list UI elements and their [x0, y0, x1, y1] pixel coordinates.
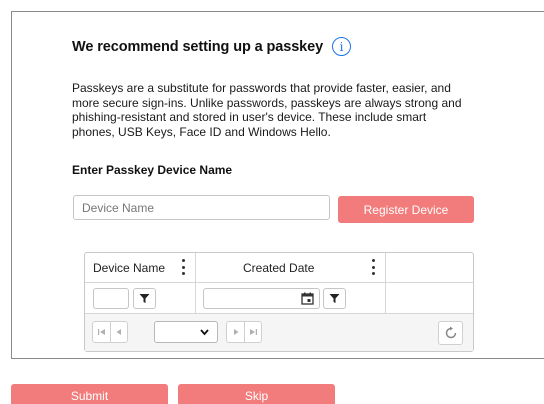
- device-name-filter-input[interactable]: [93, 288, 129, 309]
- next-page-icon[interactable]: [227, 322, 244, 342]
- kebab-menu-icon[interactable]: [370, 259, 376, 275]
- passkey-description: Passkeys are a substitute for passwords …: [72, 81, 462, 139]
- prev-page-icon[interactable]: [110, 322, 127, 342]
- filter-row: [85, 283, 473, 314]
- page-size-select[interactable]: [154, 321, 218, 343]
- pager-forward-group: [226, 321, 262, 343]
- last-page-icon[interactable]: [244, 322, 261, 342]
- kebab-menu-icon[interactable]: [180, 259, 186, 275]
- column-header-created-date[interactable]: Created Date: [243, 261, 314, 275]
- chevron-down-icon: [200, 329, 209, 336]
- page-title: We recommend setting up a passkey: [72, 38, 324, 55]
- pager-back-group: [92, 321, 128, 343]
- grid-header: Device Name Created Date: [85, 253, 473, 283]
- first-page-icon[interactable]: [93, 322, 110, 342]
- devices-grid: Device Name Created Date: [84, 252, 474, 352]
- title-row: We recommend setting up a passkey i: [72, 37, 352, 56]
- info-icon[interactable]: i: [332, 37, 352, 56]
- device-name-label: Enter Passkey Device Name: [72, 163, 233, 177]
- column-header-device-name[interactable]: Device Name: [93, 261, 165, 275]
- filter-icon[interactable]: [323, 288, 346, 309]
- created-date-filter-input[interactable]: [203, 288, 320, 309]
- calendar-icon[interactable]: [301, 292, 314, 305]
- filter-icon[interactable]: [133, 288, 156, 309]
- device-name-input[interactable]: [73, 195, 330, 220]
- skip-button[interactable]: Skip: [178, 384, 335, 404]
- refresh-icon[interactable]: [438, 321, 463, 345]
- grid-pager: [85, 314, 473, 351]
- submit-button[interactable]: Submit: [11, 384, 168, 404]
- register-device-button[interactable]: Register Device: [338, 196, 474, 223]
